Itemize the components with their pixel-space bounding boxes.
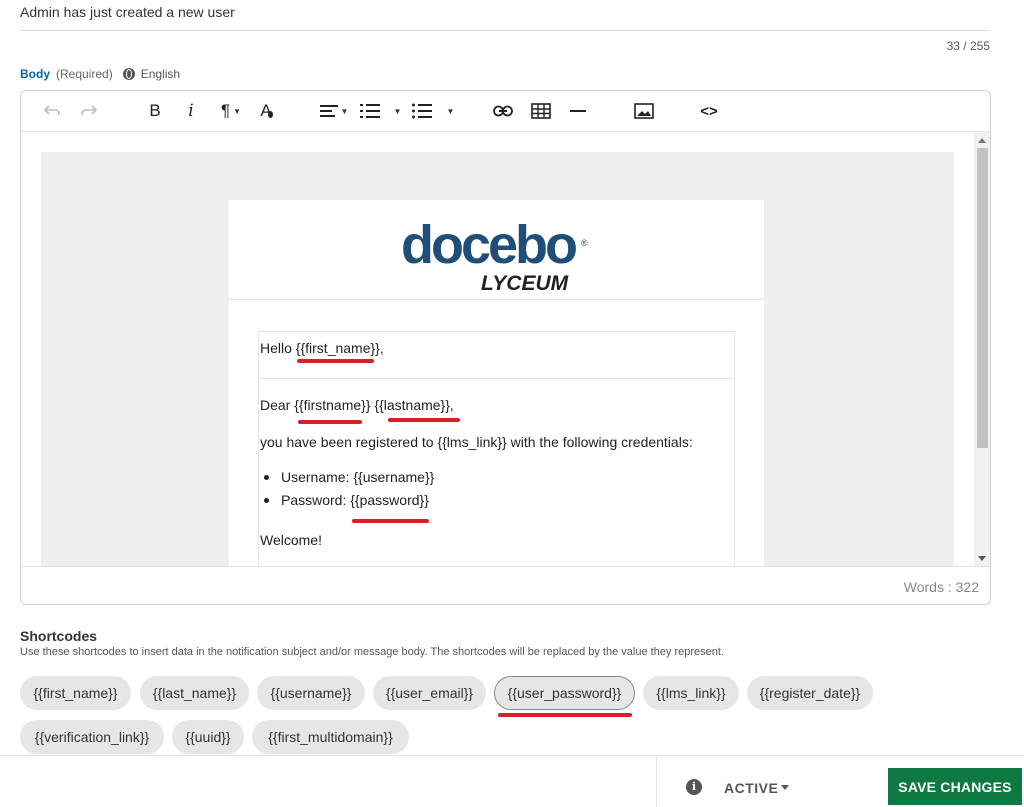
shortcode-chip[interactable]: {{register_date}} <box>747 676 873 710</box>
shortcodes-description: Use these shortcodes to insert data in t… <box>20 646 724 658</box>
horizontal-rule-button[interactable] <box>568 101 588 121</box>
scroll-down-icon[interactable] <box>978 556 986 561</box>
bullet-list-button[interactable] <box>411 101 433 121</box>
undo-icon <box>43 105 60 116</box>
dear-text: Dear {{firstname}} {{lastname}}, <box>260 397 454 413</box>
subject-field[interactable]: Admin has just created a new user <box>20 0 990 31</box>
email-background: docebo ® LYCEUM Hello {{first_name}}, De… <box>41 152 954 566</box>
color-drop-icon <box>268 111 273 118</box>
shortcodes-title: Shortcodes <box>20 628 98 644</box>
language-label: English <box>140 67 181 81</box>
bullet-list-icon <box>412 103 432 119</box>
shortcode-chip[interactable]: {{uuid}} <box>172 720 244 754</box>
registered-mark: ® <box>581 238 588 248</box>
footer-divider <box>656 756 657 807</box>
save-changes-button[interactable]: SAVE CHANGES <box>888 768 1022 805</box>
email-card: docebo ® LYCEUM Hello {{first_name}}, De… <box>229 200 764 566</box>
chevron-down-icon: ▼ <box>446 106 455 116</box>
body-label: Body <box>20 67 50 81</box>
scroll-up-icon[interactable] <box>978 138 986 143</box>
text-color-button[interactable]: A <box>256 101 276 121</box>
credentials-list: Username: {{username}} Password: {{passw… <box>260 467 434 513</box>
paragraph-icon: ¶ <box>220 101 231 120</box>
registered-text: you have been registered to {{lms_link}}… <box>260 434 693 450</box>
table-button[interactable] <box>530 101 552 121</box>
chevron-down-icon[interactable] <box>781 785 789 790</box>
shortcode-chip[interactable]: {{last_name}} <box>140 676 249 710</box>
required-label: (Required) <box>56 67 113 81</box>
welcome-text: Welcome! <box>260 532 322 548</box>
rich-text-editor: B i ¶ ▼ A ▼ ▼ ▼ <> docebo ® LYCEUM Hello… <box>20 90 991 605</box>
hello-text: Hello {{first_name}}, <box>260 340 384 356</box>
chevron-down-icon: ▼ <box>393 106 402 116</box>
undo-button[interactable] <box>41 101 63 121</box>
image-icon <box>634 103 654 119</box>
subject-char-count: 33 / 255 <box>946 39 990 53</box>
editor-scrollbar[interactable] <box>974 132 990 566</box>
bold-button[interactable]: B <box>145 101 165 121</box>
word-count-bar: Words : 322 <box>21 566 990 604</box>
numbered-list-icon <box>360 104 380 118</box>
annotation-underline <box>352 519 429 523</box>
image-button[interactable] <box>633 101 655 121</box>
shortcode-chip[interactable]: {{first_multidomain}} <box>252 720 409 754</box>
code-view-button[interactable]: <> <box>697 101 721 121</box>
bold-icon: B <box>149 101 161 120</box>
chevron-down-icon: ▼ <box>233 106 242 116</box>
annotation-underline <box>498 713 632 717</box>
shortcode-chip-selected[interactable]: {{user_password}} <box>494 676 635 710</box>
list-item: Password: {{password}} <box>260 490 434 513</box>
chevron-down-icon: ▼ <box>340 106 349 116</box>
hello-row: Hello {{first_name}}, <box>259 332 734 379</box>
status-label[interactable]: ACTIVE <box>724 780 778 796</box>
italic-icon: i <box>188 101 194 121</box>
shortcode-chip[interactable]: {{user_email}} <box>373 676 486 710</box>
word-count: Words : 322 <box>903 579 979 595</box>
globe-icon <box>122 68 135 80</box>
horizontal-rule-icon <box>570 110 586 112</box>
editor-content[interactable]: docebo ® LYCEUM Hello {{first_name}}, De… <box>21 132 975 566</box>
align-icon <box>319 105 338 117</box>
shortcode-chip[interactable]: {{username}} <box>257 676 365 710</box>
annotation-underline <box>297 359 374 363</box>
table-icon <box>531 103 551 119</box>
redo-icon <box>81 105 98 116</box>
annotation-underline <box>298 420 362 424</box>
link-icon <box>493 105 513 117</box>
link-button[interactable] <box>492 101 514 121</box>
lyceum-logo: LYCEUM <box>481 272 569 295</box>
annotation-underline <box>388 418 460 422</box>
numbered-list-button[interactable] <box>359 101 381 121</box>
numbered-list-dropdown[interactable]: ▼ <box>389 101 403 121</box>
logo-area: docebo ® LYCEUM <box>229 200 764 300</box>
docebo-logo: docebo <box>401 215 578 275</box>
italic-button[interactable]: i <box>181 101 201 121</box>
code-icon: <> <box>700 102 718 120</box>
shortcode-chip[interactable]: {{verification_link}} <box>20 720 164 754</box>
scrollbar-thumb[interactable] <box>977 148 988 448</box>
redo-button[interactable] <box>78 101 100 121</box>
subject-value: Admin has just created a new user <box>20 4 235 20</box>
editor-toolbar: B i ¶ ▼ A ▼ ▼ ▼ <> <box>21 91 990 132</box>
list-item: Username: {{username}} <box>260 467 434 490</box>
info-icon[interactable]: i <box>686 779 702 795</box>
bullet-list-dropdown[interactable]: ▼ <box>442 101 456 121</box>
body-label-row: Body (Required) English <box>20 67 180 81</box>
footer-bar: i ACTIVE SAVE CHANGES <box>0 755 1024 807</box>
paragraph-format-dropdown[interactable]: ¶ ▼ <box>216 101 246 121</box>
align-dropdown[interactable]: ▼ <box>317 101 351 121</box>
shortcode-chip[interactable]: {{lms_link}} <box>643 676 739 710</box>
language-indicator: English <box>122 67 181 81</box>
shortcode-chip[interactable]: {{first_name}} <box>20 676 131 710</box>
message-box: Hello {{first_name}}, Dear {{firstname}}… <box>258 331 735 566</box>
